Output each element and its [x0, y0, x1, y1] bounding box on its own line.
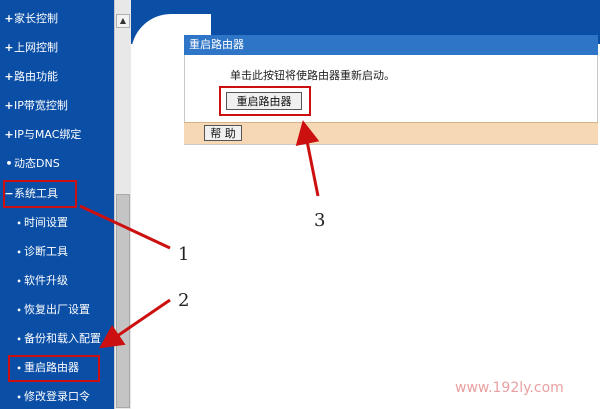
- arrow-3: [295, 120, 320, 197]
- callout-number-1: 1: [178, 244, 190, 265]
- callout-number-2: 2: [178, 290, 190, 311]
- arrow-1: [79, 204, 171, 250]
- arrow-2: [99, 298, 171, 349]
- callout-number-3: 3: [314, 210, 326, 231]
- annotation-arrows: [79, 120, 320, 349]
- watermark-text: www.192ly.com: [455, 380, 564, 396]
